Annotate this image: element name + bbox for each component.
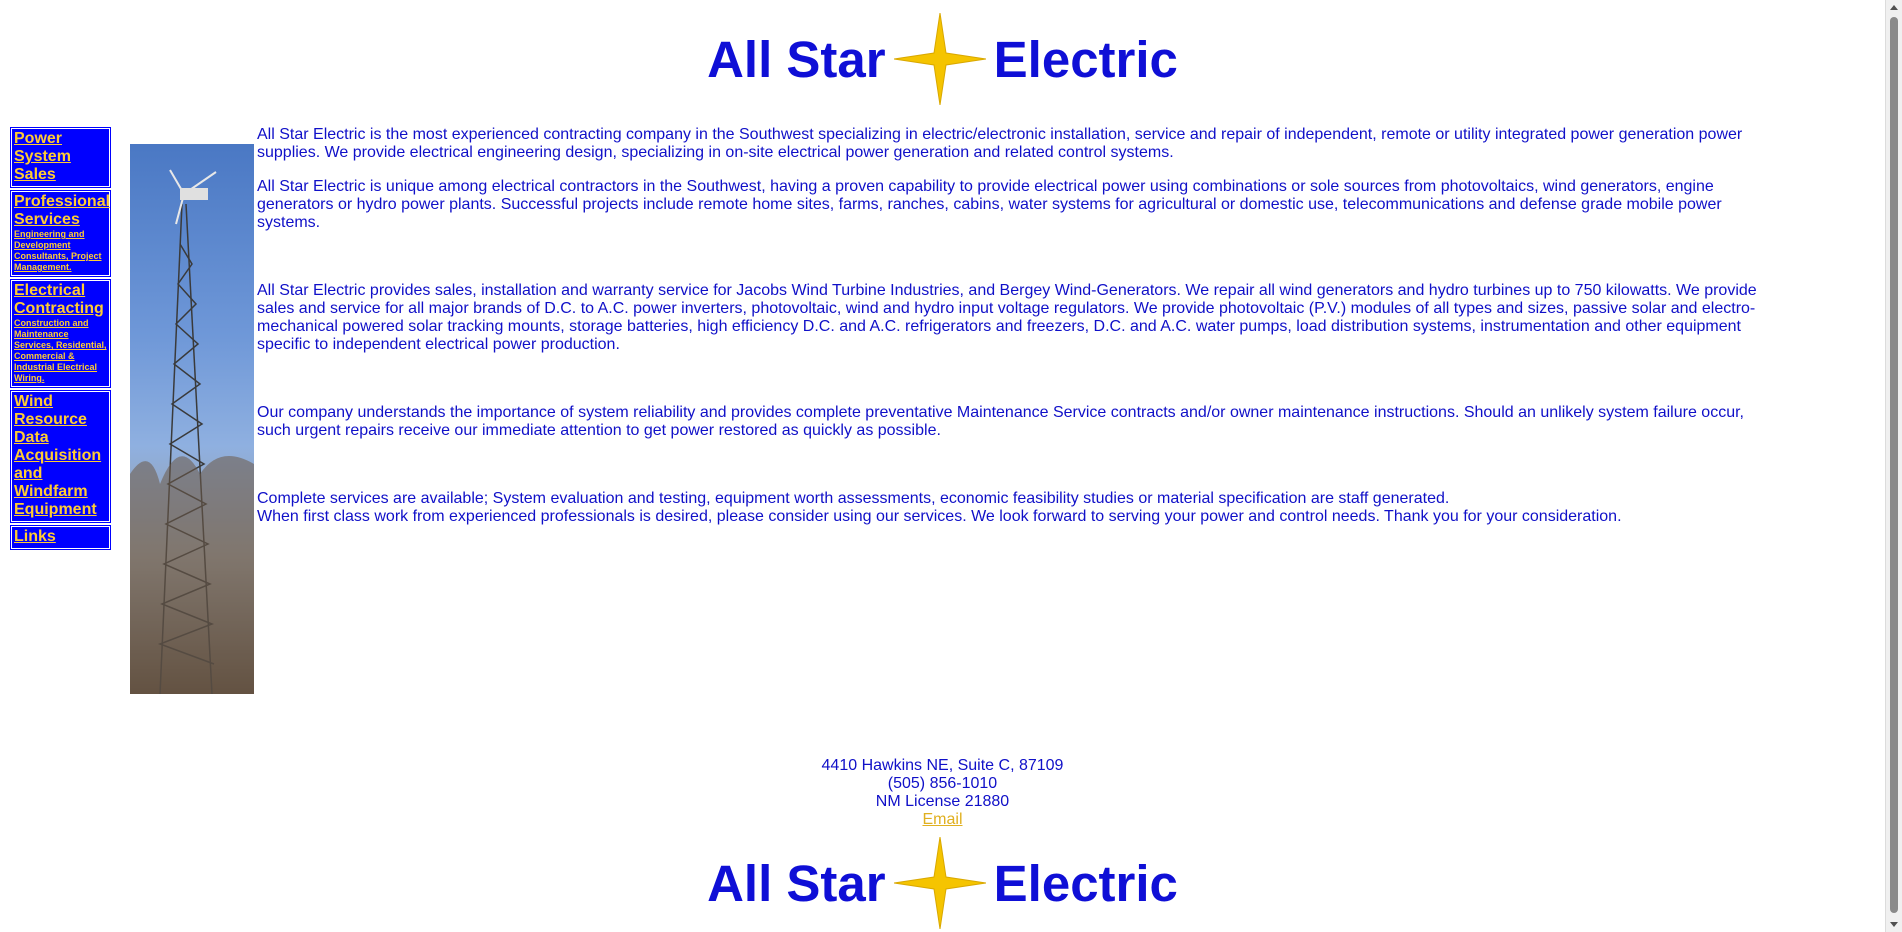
logo-text-right: Electric bbox=[993, 30, 1178, 88]
star-icon bbox=[893, 837, 986, 929]
nav-block-electrical-contracting: Electrical Contracting Construction and … bbox=[10, 279, 111, 388]
footer-contact: 4410 Hawkins NE, Suite C, 87109 (505) 85… bbox=[0, 757, 1885, 829]
paragraph-intro: All Star Electric is the most experience… bbox=[257, 126, 1743, 161]
footer-phone: (505) 856-1010 bbox=[887, 775, 998, 792]
footer-license: NM License 21880 bbox=[875, 793, 1010, 810]
paragraph-reliability: Our company understands the importance o… bbox=[257, 404, 1744, 439]
footer-address: 4410 Hawkins NE, Suite C, 87109 bbox=[821, 757, 1064, 774]
scrollbar-thumb[interactable] bbox=[1890, 17, 1898, 913]
paragraph-closing: When first class work from experienced p… bbox=[257, 508, 1622, 525]
wind-turbine-tower-photo bbox=[130, 144, 254, 694]
nav-block-power-system-sales: Power System Sales bbox=[10, 127, 111, 188]
scroll-down-icon[interactable] bbox=[1890, 922, 1898, 927]
vertical-scrollbar[interactable] bbox=[1885, 0, 1902, 932]
nav-block-professional-services: Professional Services Engineering and De… bbox=[10, 190, 111, 277]
footer-logo-text-left: All Star bbox=[707, 854, 886, 912]
nav-link-wind-resource[interactable]: Wind Resource Data Acquisition and Windf… bbox=[14, 393, 108, 519]
logo-text-left: All Star bbox=[707, 30, 886, 88]
scroll-up-icon[interactable] bbox=[1890, 5, 1898, 10]
nav-block-wind-resource: Wind Resource Data Acquisition and Windf… bbox=[10, 390, 111, 523]
header-logo: All Star Electric bbox=[0, 12, 1885, 106]
footer-logo: All Star Electric bbox=[0, 836, 1885, 930]
email-link[interactable]: Email bbox=[922, 811, 962, 828]
paragraph-unique: All Star Electric is unique among electr… bbox=[257, 178, 1722, 231]
tower-illustration bbox=[130, 169, 254, 694]
footer-logo-text-right: Electric bbox=[993, 854, 1178, 912]
nav-sublink-electrical-contracting[interactable]: Construction and Maintenance Services, R… bbox=[14, 318, 108, 384]
paragraph-services-available: Complete services are available; System … bbox=[257, 490, 1450, 507]
nav-link-electrical-contracting[interactable]: Electrical Contracting bbox=[14, 282, 108, 318]
star-icon bbox=[893, 13, 986, 105]
nav-link-links[interactable]: Links bbox=[14, 528, 108, 546]
paragraph-sales-service: All Star Electric provides sales, instal… bbox=[257, 282, 1757, 353]
nav-link-power-system-sales[interactable]: Power System Sales bbox=[14, 130, 108, 184]
nav-block-links: Links bbox=[10, 525, 111, 550]
nav-link-professional-services[interactable]: Professional Services bbox=[14, 193, 110, 229]
main-content: All Star Electric is the most experience… bbox=[130, 126, 1758, 694]
sidebar-nav: Power System Sales Professional Services… bbox=[10, 127, 111, 553]
nav-sublink-professional-services[interactable]: Engineering and Development Consultants,… bbox=[14, 229, 108, 273]
